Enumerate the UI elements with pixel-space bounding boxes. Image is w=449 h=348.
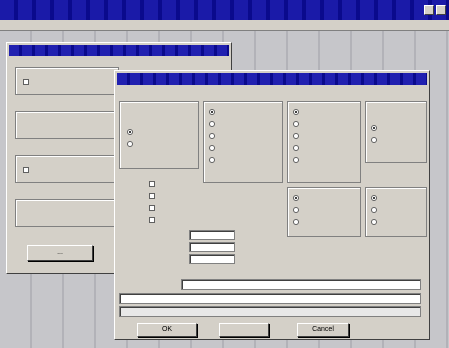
radio-button[interactable] <box>209 145 215 151</box>
radio-button[interactable] <box>209 109 215 115</box>
radio-button[interactable] <box>127 129 133 135</box>
radio-button[interactable] <box>209 133 215 139</box>
checkbox[interactable] <box>149 193 155 199</box>
back-window-title-bar <box>9 45 229 56</box>
group-box-1 <box>15 67 119 95</box>
group-box-b <box>203 101 283 183</box>
checkbox[interactable] <box>149 205 155 211</box>
app-title-bar <box>0 0 449 20</box>
checkbox[interactable] <box>149 217 155 223</box>
close-button[interactable] <box>436 5 446 15</box>
ok-button[interactable]: OK <box>137 323 197 337</box>
dialog-title-bar <box>117 73 427 85</box>
button-label: Cancel <box>312 326 334 333</box>
cancel-button[interactable]: Cancel <box>297 323 349 337</box>
radio-button[interactable] <box>371 219 377 225</box>
radio-button[interactable] <box>371 125 377 131</box>
status-field-2 <box>119 306 421 317</box>
group-box-a <box>119 101 199 169</box>
radio-button[interactable] <box>293 145 299 151</box>
radio-button[interactable] <box>293 195 299 201</box>
status-field-1 <box>119 293 421 304</box>
group-box-2 <box>15 111 119 139</box>
back-window-button[interactable]: ... <box>27 245 93 261</box>
menu-bar <box>0 20 449 31</box>
middle-button[interactable] <box>219 323 269 337</box>
radio-button[interactable] <box>127 141 133 147</box>
checkbox[interactable] <box>23 167 29 173</box>
radio-button[interactable] <box>371 137 377 143</box>
checkbox[interactable] <box>149 181 155 187</box>
radio-button[interactable] <box>293 207 299 213</box>
text-field[interactable] <box>189 254 235 264</box>
radio-button[interactable] <box>371 195 377 201</box>
settings-dialog: OK Cancel <box>114 70 430 340</box>
group-box-3 <box>15 155 119 183</box>
group-box-4 <box>15 199 119 227</box>
radio-button[interactable] <box>293 157 299 163</box>
path-field[interactable] <box>181 279 421 290</box>
radio-button[interactable] <box>293 121 299 127</box>
radio-button[interactable] <box>371 207 377 213</box>
radio-button[interactable] <box>293 133 299 139</box>
button-label: OK <box>161 326 173 333</box>
radio-button[interactable] <box>293 109 299 115</box>
radio-button[interactable] <box>209 157 215 163</box>
radio-button[interactable] <box>209 121 215 127</box>
text-field[interactable] <box>189 242 235 252</box>
button-label: ... <box>57 249 63 256</box>
text-field[interactable] <box>189 230 235 240</box>
radio-button[interactable] <box>293 219 299 225</box>
checkbox[interactable] <box>23 79 29 85</box>
minimize-button[interactable] <box>424 5 434 15</box>
group-box-d <box>365 101 427 163</box>
